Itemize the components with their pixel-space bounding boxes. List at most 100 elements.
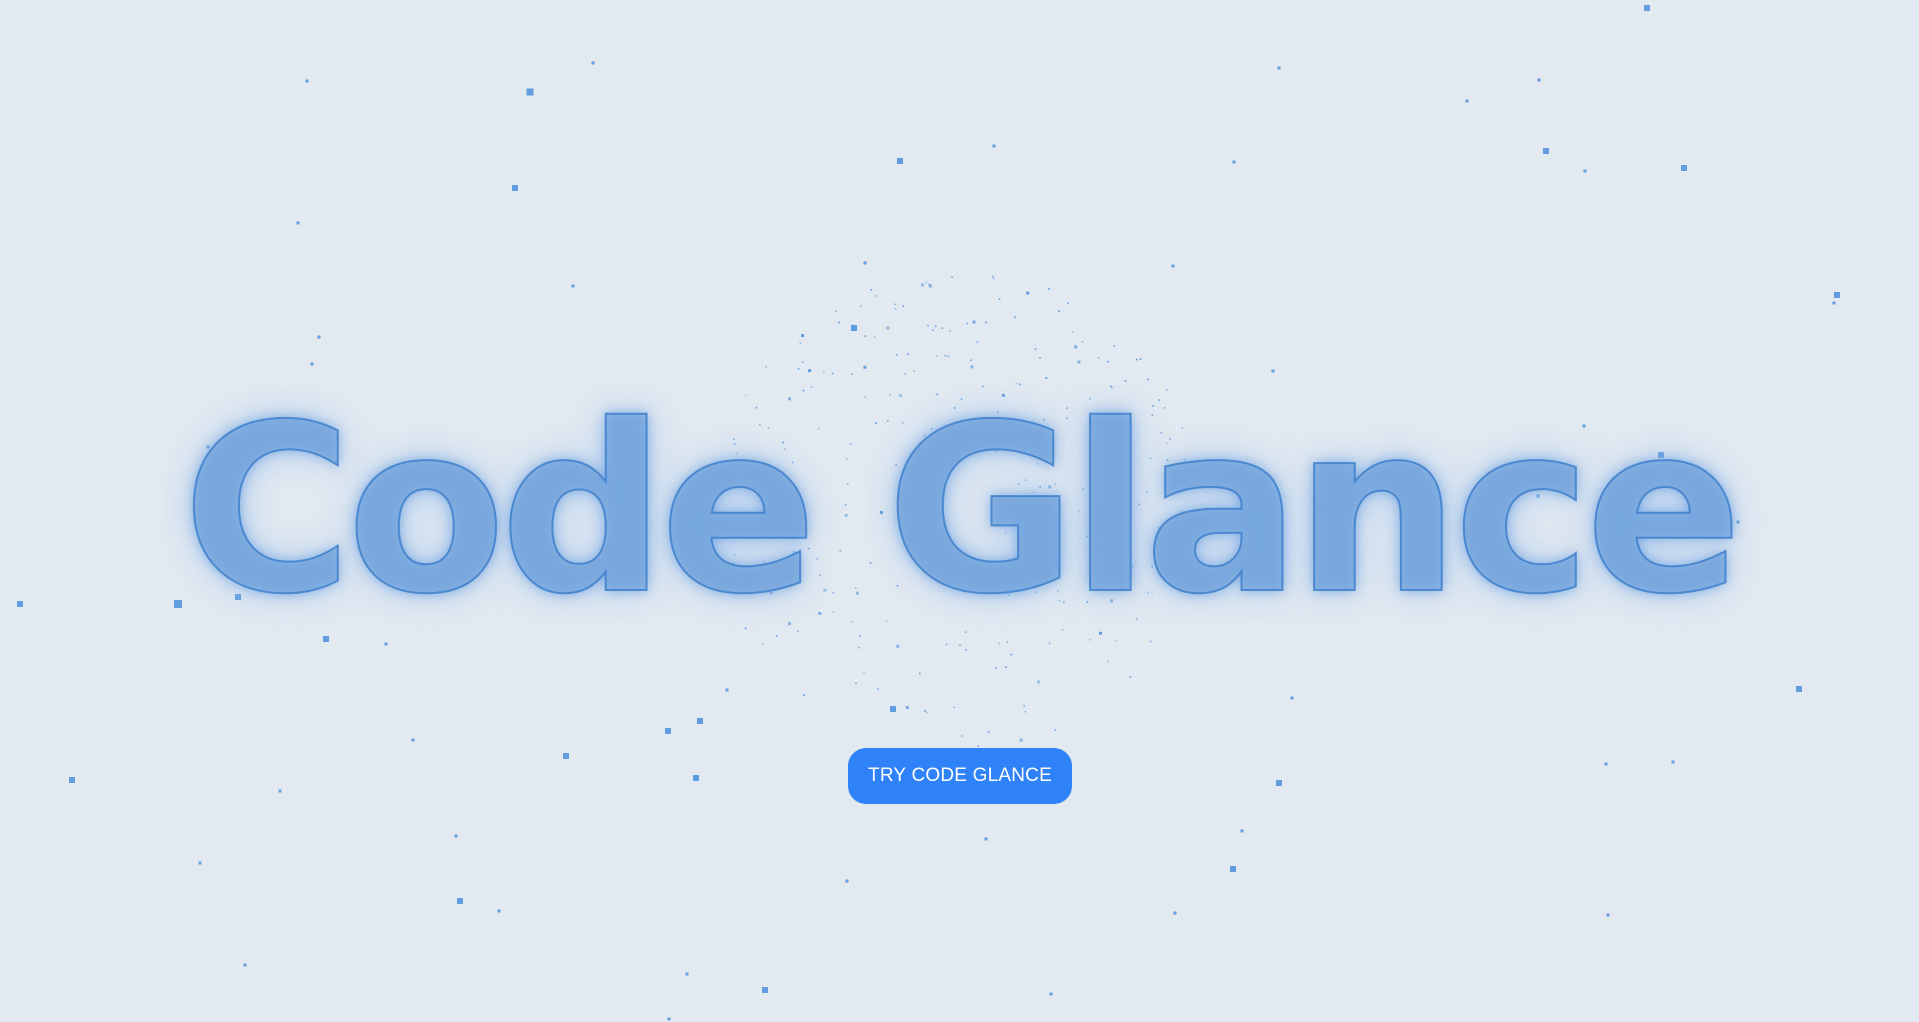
- swirl-particle: [855, 682, 857, 685]
- particle-dot: [1290, 696, 1294, 700]
- particle-dot: [992, 144, 996, 148]
- swirl-particle: [838, 321, 840, 324]
- swirl-particle: [797, 367, 800, 370]
- particle-dot: [512, 185, 518, 191]
- swirl-particle: [863, 671, 865, 673]
- particle-dot: [1543, 148, 1549, 154]
- particle-dot: [411, 738, 415, 742]
- swirl-particle: [934, 325, 937, 328]
- particle-dot: [457, 898, 463, 904]
- swirl-particle: [877, 688, 879, 690]
- swirl-particle: [803, 694, 805, 696]
- particle-dot: [497, 909, 501, 913]
- swirl-particle: [970, 365, 974, 369]
- swirl-particle: [965, 649, 967, 651]
- swirl-particle: [976, 341, 979, 343]
- swirl-particle: [985, 321, 987, 324]
- particle-dot: [1173, 911, 1177, 915]
- particle-dot: [591, 61, 595, 65]
- particle-dot: [890, 706, 896, 712]
- swirl-particle: [925, 281, 927, 284]
- swirl-particle: [992, 275, 994, 278]
- particle-dot: [1671, 760, 1675, 764]
- swirl-particle: [1107, 360, 1109, 363]
- particle-dot: [69, 777, 75, 783]
- particle-dot: [1537, 78, 1541, 82]
- swirl-particle: [935, 355, 938, 357]
- particle-dot: [1240, 829, 1244, 833]
- particle-dot: [310, 362, 314, 366]
- swirl-particle: [1129, 676, 1132, 678]
- particle-dot: [1681, 165, 1687, 171]
- swirl-particle: [928, 283, 931, 286]
- swirl-particle: [1135, 358, 1138, 361]
- particle-dot: [571, 284, 575, 288]
- swirl-particle: [920, 283, 924, 287]
- swirl-particle: [896, 644, 900, 648]
- swirl-particle: [944, 354, 947, 357]
- swirl-particle: [907, 353, 909, 355]
- swirl-particle: [926, 711, 928, 714]
- particle-dot: [762, 987, 768, 993]
- swirl-particle: [966, 322, 968, 325]
- swirl-particle: [941, 327, 944, 329]
- swirl-particle: [961, 735, 963, 737]
- particle-dot: [667, 1017, 671, 1021]
- particle-dot: [1232, 160, 1236, 164]
- swirl-particle: [1067, 302, 1069, 305]
- swirl-particle: [972, 320, 976, 324]
- swirl-particle: [977, 745, 980, 747]
- swirl-particle: [905, 706, 909, 709]
- particle-dot: [198, 861, 202, 865]
- swirl-particle: [835, 310, 837, 313]
- particle-dot: [1271, 369, 1275, 373]
- swirl-particle: [870, 289, 873, 291]
- swirl-particle: [1039, 357, 1041, 359]
- swirl-particle: [1107, 660, 1109, 663]
- particle-dot: [1606, 913, 1610, 917]
- particle-dot: [685, 972, 689, 976]
- swirl-particle: [1023, 705, 1025, 707]
- swirl-particle: [765, 366, 768, 368]
- particle-dot: [897, 158, 903, 164]
- swirl-particle: [1019, 738, 1023, 742]
- particle-dot: [296, 221, 300, 225]
- swirl-particle: [801, 361, 804, 363]
- swirl-particle: [886, 326, 890, 330]
- swirl-particle: [970, 359, 972, 362]
- particle-dot: [243, 963, 247, 967]
- swirl-particle: [927, 324, 929, 327]
- particle-dot: [1277, 66, 1281, 70]
- particle-dot: [1049, 992, 1053, 996]
- swirl-particle: [902, 305, 905, 307]
- swirl-particle: [1077, 360, 1081, 364]
- particle-dot: [278, 789, 282, 793]
- particle-dot: [1832, 301, 1836, 305]
- swirl-particle: [1034, 348, 1037, 350]
- particle-dot: [697, 718, 703, 724]
- particle-dot: [665, 728, 671, 734]
- swirl-particle: [860, 305, 862, 307]
- hero-title: Code Glance: [181, 375, 1743, 645]
- swirl-particle: [1113, 345, 1116, 347]
- swirl-particle: [875, 295, 877, 297]
- swirl-particle: [993, 277, 995, 280]
- try-code-glance-button[interactable]: TRY CODE GLANCE: [848, 748, 1072, 804]
- swirl-particle: [913, 370, 915, 372]
- landing-stage: Code Glance TRY CODE GLANCE: [0, 0, 1919, 1022]
- particle-dot: [1465, 99, 1469, 103]
- particle-dot: [1796, 686, 1802, 692]
- swirl-particle: [851, 324, 853, 327]
- particle-dot: [1583, 169, 1587, 173]
- particle-dot: [563, 753, 569, 759]
- swirl-particle: [1026, 291, 1030, 295]
- swirl-particle: [994, 667, 997, 669]
- swirl-particle: [801, 334, 805, 338]
- particle-dot: [305, 79, 309, 83]
- swirl-particle: [864, 335, 867, 337]
- swirl-particle: [894, 303, 897, 306]
- particle-dot: [845, 879, 849, 883]
- swirl-particle: [1005, 666, 1007, 668]
- swirl-particle: [951, 276, 953, 278]
- particle-dot: [1230, 866, 1236, 872]
